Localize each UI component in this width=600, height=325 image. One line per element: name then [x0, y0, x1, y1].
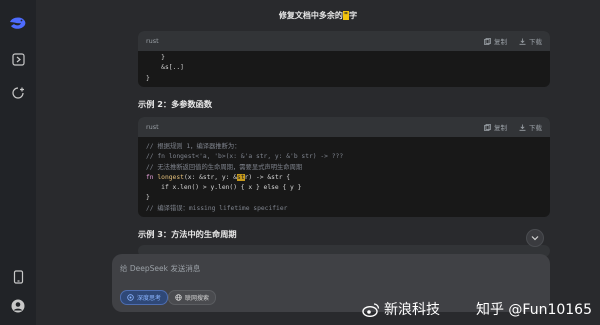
- download-icon: [519, 124, 526, 131]
- weibo-watermark: 新浪科技: [362, 299, 440, 319]
- code-content: // 根据规则 1，编译器推断为： // fn longest<'a, 'b>(x…: [138, 137, 550, 217]
- copy-button[interactable]: 复制: [484, 122, 507, 132]
- code-header: rust 复制 下载: [138, 31, 550, 51]
- code-block-2: rust 复制 下载 // 根据规则 1，编译器推断为： // fn longes…: [138, 117, 550, 217]
- code-comment: // 根据规则 1，编译器推断为：: [146, 143, 241, 150]
- code-comment: // 编译错误：missing lifetime specifier: [146, 204, 288, 212]
- expand-sidebar-icon[interactable]: [9, 50, 27, 68]
- sidebar: [0, 0, 36, 325]
- example-2-heading: 示例 2：多参数函数: [138, 99, 213, 109]
- copy-icon: [484, 123, 491, 131]
- globe-icon: [175, 294, 182, 301]
- text-selection: st: [237, 173, 245, 181]
- conversation-title: 修复文档中多余的"字: [278, 11, 358, 20]
- code-header: rust 复制 下载: [138, 117, 550, 137]
- code-comment: // 无法推断返回值的生命周期，需要显式声明生命周期: [146, 163, 303, 171]
- web-search-toggle[interactable]: 联网搜索: [168, 290, 217, 305]
- code-line: if x.len() > y.len() { x } else { y }: [146, 184, 302, 192]
- download-button[interactable]: 下载: [519, 122, 542, 132]
- scroll-to-bottom-button[interactable]: [526, 229, 544, 247]
- code-language: rust: [146, 37, 159, 45]
- copy-icon: [484, 37, 491, 45]
- chevron-down-icon: [531, 236, 539, 241]
- example-3-heading: 示例 3：方法中的生命周期: [138, 229, 237, 239]
- download-icon: [519, 38, 526, 45]
- watermark: 新浪科技 知乎 @Fun10165: [362, 299, 592, 319]
- message-input[interactable]: [120, 262, 520, 274]
- mobile-app-icon[interactable]: [9, 268, 27, 286]
- deepseek-logo-icon[interactable]: [9, 14, 27, 32]
- copy-button[interactable]: 复制: [484, 36, 507, 46]
- code-content: } &s[..]}: [146, 54, 184, 82]
- weibo-logo-icon: [362, 302, 380, 317]
- code-comment: // fn longest<'a, 'b>(x: &'a str, y: &'b…: [146, 153, 344, 161]
- code-language: rust: [146, 123, 159, 131]
- download-button[interactable]: 下载: [519, 36, 542, 46]
- zhihu-watermark: 知乎 @Fun10165: [475, 302, 592, 318]
- chat-area: 修复文档中多余的"字 rust 复制 下载 } &s[..]} 示例 2：多参数…: [36, 0, 600, 325]
- new-chat-icon[interactable]: [9, 83, 27, 101]
- deep-think-toggle[interactable]: 深度思考: [120, 290, 169, 305]
- code-line: }: [146, 194, 150, 202]
- code-line: fn longest(x: &str, y: &str) -> &str {: [146, 173, 291, 181]
- deep-think-icon: [127, 294, 134, 301]
- profile-icon[interactable]: [9, 297, 27, 315]
- code-block-1: rust 复制 下载 } &s[..]}: [138, 31, 550, 87]
